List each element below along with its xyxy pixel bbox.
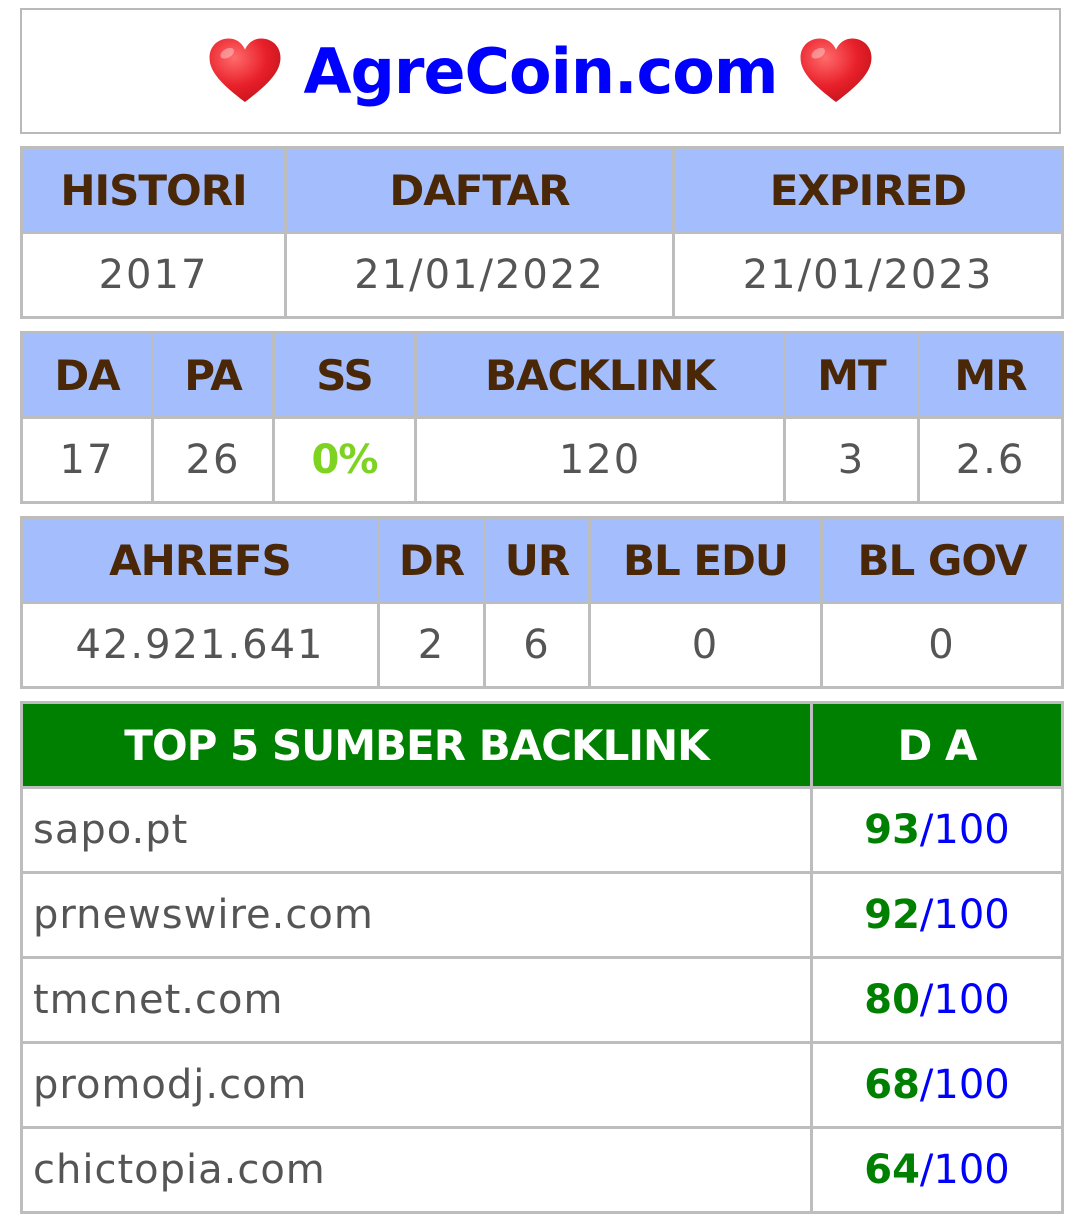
table-row: promodj.com 68/100 xyxy=(20,1041,1064,1129)
backlink-site: prnewswire.com xyxy=(20,871,813,959)
table-header-row: DA PA SS BACKLINK MT MR xyxy=(20,331,1064,419)
score-max: 100 xyxy=(933,977,1010,1023)
backlink-score: 93/100 xyxy=(810,786,1064,874)
score-max: 100 xyxy=(933,892,1010,938)
score-value: 92 xyxy=(864,892,920,938)
score-value: 93 xyxy=(864,807,920,853)
header-pa: PA xyxy=(151,331,275,419)
table-header-row: AHREFS DR UR BL EDU BL GOV xyxy=(20,516,1064,604)
score-separator: / xyxy=(919,892,934,938)
table-row: 17 26 0% 120 3 2.6 xyxy=(20,416,1064,504)
score-value: 68 xyxy=(864,1062,920,1108)
value-mr: 2.6 xyxy=(917,416,1064,504)
backlink-site: tmcnet.com xyxy=(20,956,813,1044)
header-ss: SS xyxy=(272,331,417,419)
backlink-score: 64/100 xyxy=(810,1126,1064,1214)
backlink-score: 68/100 xyxy=(810,1041,1064,1129)
header-mt: MT xyxy=(783,331,920,419)
value-daftar: 21/01/2022 xyxy=(284,231,675,319)
top-backlinks-table: TOP 5 SUMBER BACKLINK D A sapo.pt 93/100… xyxy=(20,701,1064,1214)
value-ss: 0% xyxy=(272,416,417,504)
table-header-row: TOP 5 SUMBER BACKLINK D A xyxy=(20,701,1064,789)
table-header-row: HISTORI DAFTAR EXPIRED xyxy=(20,146,1064,234)
table-row: prnewswire.com 92/100 xyxy=(20,871,1064,959)
backlink-score: 80/100 xyxy=(810,956,1064,1044)
score-value: 64 xyxy=(864,1147,920,1193)
value-da: 17 xyxy=(20,416,154,504)
header-expired: EXPIRED xyxy=(672,146,1064,234)
table-row: 2017 21/01/2022 21/01/2023 xyxy=(20,231,1064,319)
backlink-score: 92/100 xyxy=(810,871,1064,959)
header-mr: MR xyxy=(917,331,1064,419)
header-bl-gov: BL GOV xyxy=(820,516,1064,604)
header-backlink: BACKLINK xyxy=(414,331,786,419)
score-max: 100 xyxy=(933,1147,1010,1193)
registration-table: HISTORI DAFTAR EXPIRED 2017 21/01/2022 2… xyxy=(20,146,1064,319)
ss-percentage: 0% xyxy=(311,437,379,483)
metrics-table: DA PA SS BACKLINK MT MR 17 26 0% 120 3 2… xyxy=(20,331,1064,504)
site-title: AgreCoin.com xyxy=(303,34,779,108)
value-bl-edu: 0 xyxy=(588,601,823,689)
header-da-score: D A xyxy=(810,701,1064,789)
table-row: 42.921.641 2 6 0 0 xyxy=(20,601,1064,689)
value-pa: 26 xyxy=(151,416,275,504)
score-value: 80 xyxy=(864,977,920,1023)
value-expired: 21/01/2023 xyxy=(672,231,1064,319)
ahrefs-table: AHREFS DR UR BL EDU BL GOV 42.921.641 2 … xyxy=(20,516,1064,689)
value-dr: 2 xyxy=(377,601,486,689)
value-ahrefs: 42.921.641 xyxy=(20,601,380,689)
header-da: DA xyxy=(20,331,154,419)
backlink-site: promodj.com xyxy=(20,1041,813,1129)
value-backlink: 120 xyxy=(414,416,786,504)
heart-icon xyxy=(801,38,872,103)
value-histori: 2017 xyxy=(20,231,287,319)
table-row: sapo.pt 93/100 xyxy=(20,786,1064,874)
score-separator: / xyxy=(919,977,934,1023)
table-row: chictopia.com 64/100 xyxy=(20,1126,1064,1214)
header-daftar: DAFTAR xyxy=(284,146,675,234)
header-bl-edu: BL EDU xyxy=(588,516,823,604)
value-bl-gov: 0 xyxy=(820,601,1064,689)
score-separator: / xyxy=(919,807,934,853)
header-top-backlinks: TOP 5 SUMBER BACKLINK xyxy=(20,701,813,789)
domain-report: AgreCoin.com HISTORI DAFTAR EXPIRED 2017 xyxy=(20,8,1064,1214)
header-ur: UR xyxy=(483,516,591,604)
value-mt: 3 xyxy=(783,416,920,504)
score-separator: / xyxy=(919,1147,934,1193)
score-separator: / xyxy=(919,1062,934,1108)
backlink-site: chictopia.com xyxy=(20,1126,813,1214)
header-dr: DR xyxy=(377,516,486,604)
value-ur: 6 xyxy=(483,601,591,689)
title-banner: AgreCoin.com xyxy=(20,8,1061,134)
table-row: tmcnet.com 80/100 xyxy=(20,956,1064,1044)
header-ahrefs: AHREFS xyxy=(20,516,380,604)
backlink-site: sapo.pt xyxy=(20,786,813,874)
heart-icon xyxy=(209,38,280,103)
header-histori: HISTORI xyxy=(20,146,287,234)
score-max: 100 xyxy=(933,807,1010,853)
score-max: 100 xyxy=(933,1062,1010,1108)
